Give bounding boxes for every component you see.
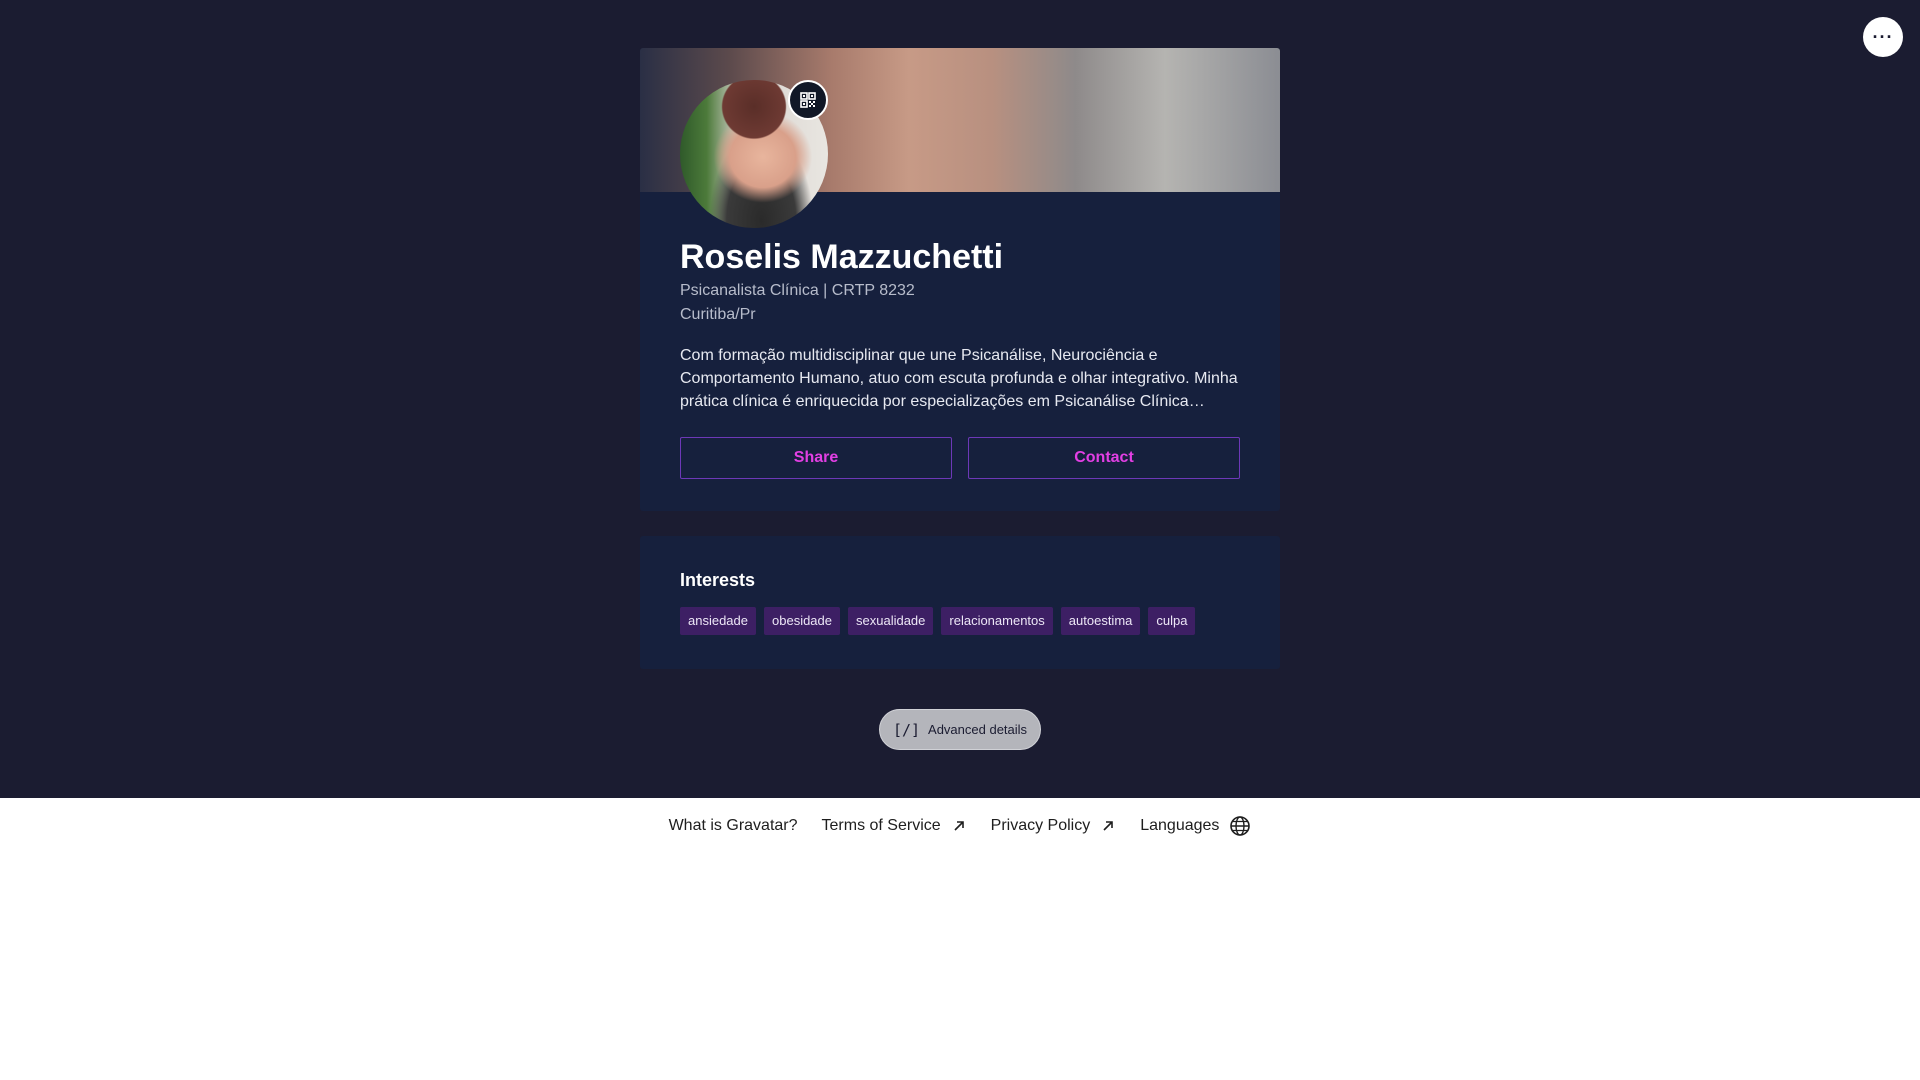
footer: What is Gravatar? Terms of Service Priva… — [0, 798, 1920, 854]
share-button[interactable]: Share — [680, 437, 952, 479]
footer-link-what-is-gravatar[interactable]: What is Gravatar? — [669, 817, 798, 835]
interest-tag[interactable]: sexualidade — [848, 607, 934, 635]
contact-button[interactable]: Contact — [968, 437, 1240, 479]
profile-location: Curitiba/Pr — [680, 306, 756, 323]
globe-icon — [1230, 816, 1251, 836]
footer-link-label: Languages — [1140, 817, 1220, 834]
footer-link-label: Privacy Policy — [990, 817, 1091, 834]
interest-tag[interactable]: obesidade — [764, 607, 840, 635]
profile-subtitle: Psicanalista Clínica | CRTP 8232 — [680, 282, 915, 299]
interests-title: Interests — [680, 570, 756, 590]
advanced-details-label: Advanced details — [928, 722, 1028, 737]
interest-tag[interactable]: ansiedade — [680, 607, 756, 635]
qr-code-button[interactable] — [788, 80, 828, 120]
advanced-details-button[interactable]: [/] Advanced details — [879, 709, 1041, 750]
interest-tag[interactable]: culpa — [1148, 607, 1196, 635]
footer-link-label: What is Gravatar? — [668, 817, 798, 834]
profile-bio: Com formação multidisciplinar que une Ps… — [680, 347, 1238, 410]
more-horizontal-icon: ··· — [1872, 26, 1894, 47]
interests-card: Interests ansiedade obesidade sexualidad… — [640, 536, 1280, 669]
interests-tag-list: ansiedade obesidade sexualidade relacion… — [680, 607, 1196, 635]
code-brackets-icon: [/] — [892, 720, 921, 739]
profile-name: Roselis Mazzuchetti — [680, 238, 1004, 276]
profile-card: Roselis Mazzuchetti Psicanalista Clínica… — [640, 48, 1280, 511]
interest-tag[interactable]: relacionamentos — [941, 607, 1053, 635]
footer-link-privacy[interactable]: Privacy Policy — [991, 817, 1117, 835]
external-link-icon — [954, 821, 964, 831]
footer-link-languages[interactable]: Languages — [1140, 815, 1251, 837]
footer-link-label: Terms of Service — [821, 817, 941, 834]
footer-link-terms[interactable]: Terms of Service — [822, 817, 967, 835]
external-link-icon — [1103, 821, 1114, 831]
more-options-button[interactable]: ··· — [1863, 17, 1903, 57]
interest-tag[interactable]: autoestima — [1060, 607, 1141, 635]
qr-code-icon — [800, 92, 816, 108]
